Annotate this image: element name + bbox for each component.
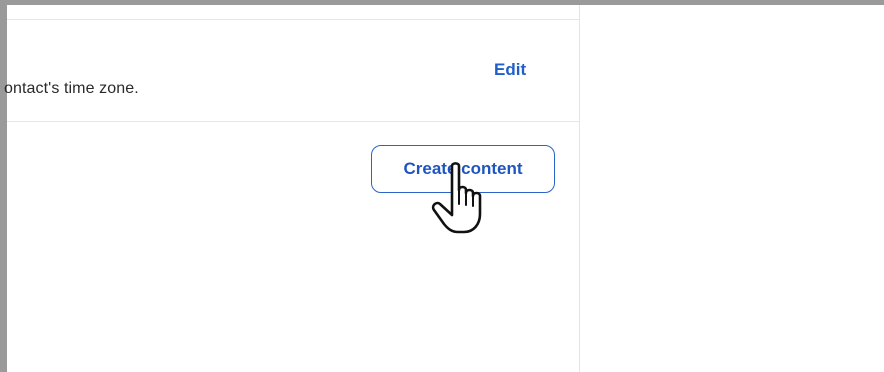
hand-pointer-icon bbox=[431, 162, 482, 234]
time-zone-description-text: ontact's time zone. bbox=[4, 80, 139, 97]
window-frame-left bbox=[0, 0, 7, 372]
time-zone-description: ontact's time zone. bbox=[4, 80, 139, 98]
card-divider-middle bbox=[7, 121, 579, 122]
edit-link[interactable]: Edit bbox=[494, 60, 526, 80]
settings-card: ontact's time zone. Edit Create content bbox=[4, 5, 580, 372]
page: ontact's time zone. Edit Create content bbox=[0, 0, 884, 372]
card-divider-top bbox=[7, 19, 579, 20]
